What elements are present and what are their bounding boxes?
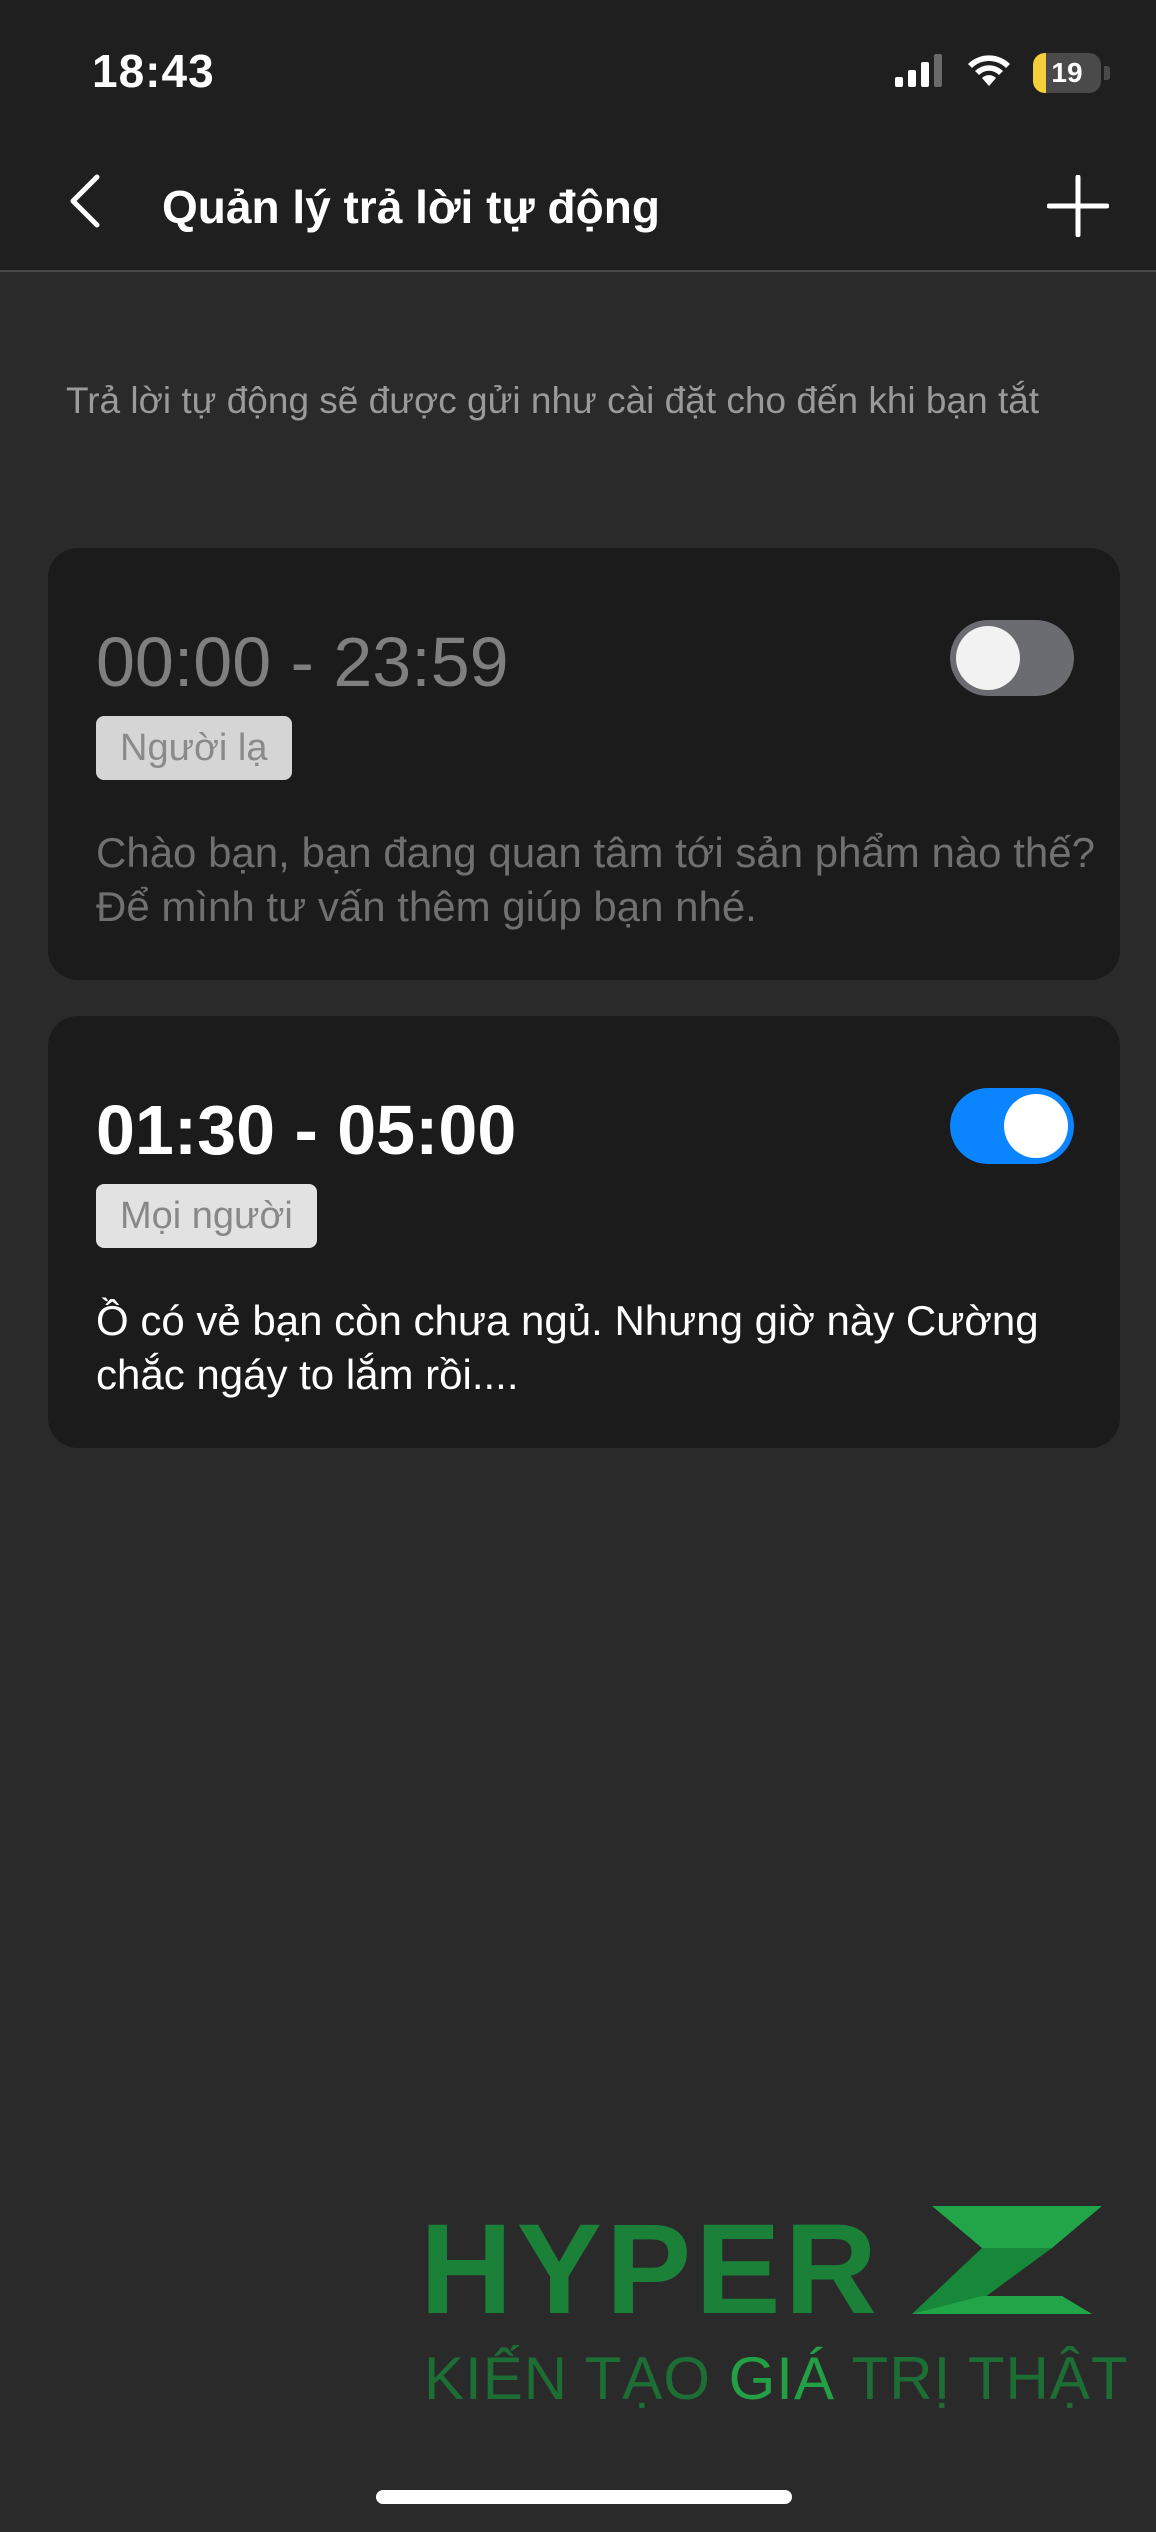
battery-percentage: 19 — [1051, 56, 1083, 88]
tagline-part: KIẾN TẠO — [424, 2345, 729, 2412]
plus-icon — [1046, 174, 1110, 242]
status-bar: 18:43 19 — [0, 0, 1156, 140]
description-text: Trả lời tự động sẽ được gửi như cài đặt … — [66, 380, 1040, 421]
tagline-highlight: GIÁ — [728, 2345, 835, 2412]
auto-reply-message: Chào bạn, bạn đang quan tâm tới sản phẩm… — [96, 829, 1095, 930]
battery-fill — [1033, 52, 1046, 93]
auto-reply-card[interactable]: 01:30 - 05:00 Mọi người Ồ có vẻ bạn còn … — [48, 1016, 1120, 1448]
add-auto-reply-button[interactable] — [1038, 168, 1118, 248]
z-logo-icon — [902, 2196, 1112, 2329]
audience-badge: Người lạ — [96, 716, 292, 780]
toggle-knob — [956, 626, 1020, 690]
toggle-knob — [1004, 1094, 1068, 1158]
audience-badge: Mọi người — [96, 1184, 317, 1248]
status-time: 18:43 — [92, 45, 215, 97]
chevron-left-icon — [65, 173, 105, 234]
wifi-icon — [965, 52, 1013, 93]
auto-reply-time-range: 01:30 - 05:00 — [96, 1091, 517, 1169]
watermark-brand: HYPER — [420, 2198, 881, 2341]
auto-reply-card[interactable]: 00:00 - 23:59 Người lạ Chào bạn, bạn đan… — [48, 548, 1120, 980]
auto-reply-message: Ồ có vẻ bạn còn chưa ngủ. Nhưng giờ này … — [96, 1297, 1039, 1398]
auto-reply-toggle[interactable] — [950, 1088, 1074, 1164]
page-title: Quản lý trả lời tự động — [162, 181, 660, 233]
battery-icon: 19 — [1033, 52, 1110, 93]
battery-body: 19 — [1033, 52, 1101, 93]
status-icons: 19 — [895, 52, 1110, 93]
signal-icon — [895, 53, 945, 92]
auto-reply-toggle[interactable] — [950, 620, 1074, 696]
hyperz-watermark-logo: HYPER KIẾN TẠO GIÁ TRỊ THẬT — [420, 2196, 1127, 2416]
auto-reply-management-screen: 18:43 19 Quản lý trả lời tự động Trả lời… — [0, 0, 1156, 2532]
tagline-part: TRỊ THẬT — [835, 2345, 1129, 2412]
battery-tip — [1104, 65, 1110, 80]
watermark-tagline: KIẾN TẠO GIÁ TRỊ THẬT — [424, 2344, 1128, 2413]
home-indicator[interactable] — [376, 2490, 792, 2504]
back-button[interactable] — [50, 168, 120, 238]
auto-reply-time-range: 00:00 - 23:59 — [96, 623, 509, 701]
navigation-bar: Quản lý trả lời tự động — [0, 140, 1156, 272]
